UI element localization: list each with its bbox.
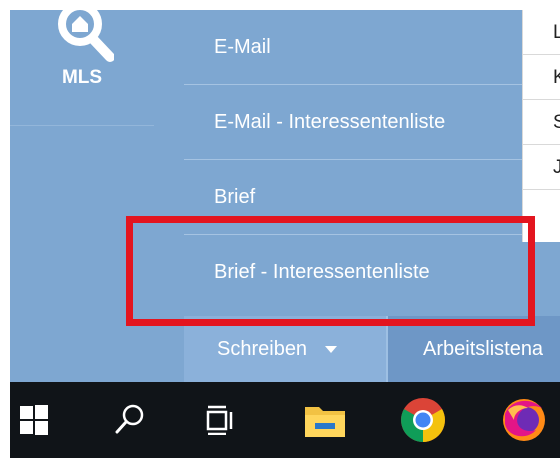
mls-label: MLS bbox=[61, 67, 103, 88]
tab-arbeitsliste[interactable]: Arbeitslistena bbox=[386, 316, 560, 382]
table-row[interactable]: J bbox=[523, 145, 560, 190]
table-peek: L K S J bbox=[522, 10, 560, 242]
task-view-icon[interactable] bbox=[198, 382, 242, 458]
table-row[interactable]: K bbox=[523, 55, 560, 100]
menu-item-email[interactable]: E-Mail bbox=[184, 10, 522, 84]
windows-taskbar bbox=[10, 382, 560, 458]
firefox-icon[interactable] bbox=[494, 382, 554, 458]
sidebar-lower bbox=[10, 126, 184, 382]
tab-arbeitsliste-label: Arbeitslistena bbox=[423, 338, 544, 360]
caret-down-icon bbox=[325, 346, 338, 354]
mls-tile[interactable]: MLS bbox=[10, 10, 154, 126]
menu-item-brief-interessentenliste[interactable]: Brief - Interessentenliste bbox=[184, 235, 522, 309]
menu-item-email-interessentenliste[interactable]: E-Mail - Interessentenliste bbox=[184, 85, 522, 159]
schreiben-dropdown-menu: E-Mail E-Mail - Interessentenliste Brief… bbox=[184, 10, 522, 316]
bottom-tab-bar: Schreiben Arbeitslistena bbox=[184, 316, 560, 382]
table-row[interactable]: S bbox=[523, 100, 560, 145]
menu-item-brief[interactable]: Brief bbox=[184, 160, 522, 234]
file-explorer-icon[interactable] bbox=[300, 382, 350, 458]
tab-schreiben-label: Schreiben bbox=[217, 338, 308, 360]
search-home-icon bbox=[58, 10, 114, 62]
search-icon[interactable] bbox=[108, 382, 152, 458]
table-row[interactable]: L bbox=[523, 10, 560, 55]
windows-start-icon[interactable] bbox=[10, 382, 52, 458]
tab-schreiben[interactable]: Schreiben bbox=[184, 316, 386, 382]
chrome-icon[interactable] bbox=[394, 382, 452, 458]
app-area: MLS E-Mail E-Mail - Interessentenliste B… bbox=[10, 10, 560, 382]
